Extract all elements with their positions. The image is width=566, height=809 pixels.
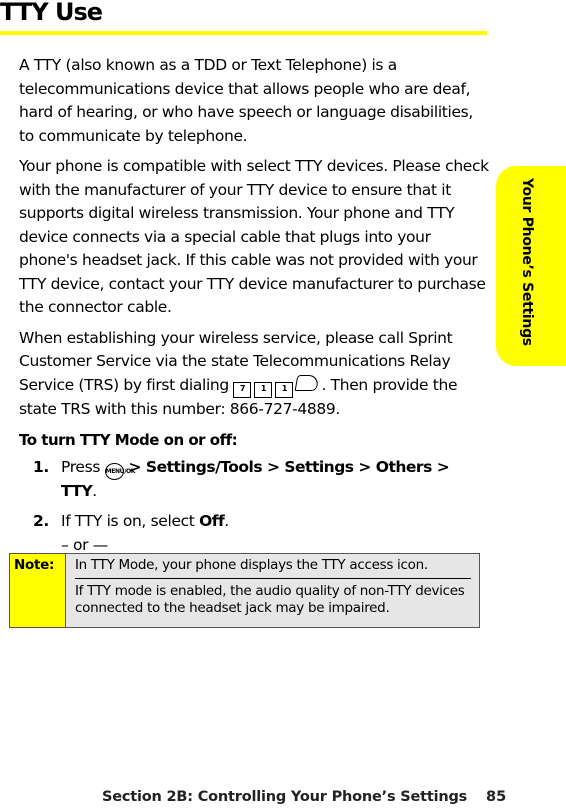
page-number: 85 — [486, 789, 507, 805]
intro-paragraph: A TTY (also known as a TDD or Text Telep… — [19, 56, 473, 145]
title-underline — [0, 31, 487, 35]
footer-section-title: Section 2B: Controlling Your Phone’s Set… — [102, 789, 468, 805]
compatibility-paragraph: Your phone is compatible with select TTY… — [19, 157, 489, 316]
note-line-2: If TTY mode is enabled, the audio qualit… — [75, 583, 465, 616]
procedure-heading: To turn TTY Mode on or off: — [19, 431, 238, 449]
note-line-1: In TTY Mode, your phone displays the TTY… — [75, 557, 471, 579]
menu-ok-key-icon: MENU/OK — [104, 462, 135, 480]
key-1-icon: 1 — [275, 381, 294, 398]
section-side-tab: Your Phone’s Settings — [496, 166, 566, 366]
note-label: Note: — [10, 554, 66, 627]
side-tab-label: Your Phone’s Settings — [519, 178, 535, 346]
step-number: 1. — [33, 457, 49, 476]
note-box: Note: In TTY Mode, your phone displays t… — [9, 553, 480, 628]
trs-paragraph: When establishing your wireless service,… — [19, 328, 458, 418]
option-off: Off — [199, 512, 225, 530]
procedure-step: 1. Press MENU/OK > Settings/Tools > Sett… — [19, 456, 489, 504]
page-title: TTY Use — [0, 0, 103, 26]
key-1-icon: 1 — [254, 381, 273, 398]
send-key-icon — [295, 374, 320, 391]
key-7-icon: 7 — [233, 381, 252, 398]
main-content: A TTY (also known as a TDD or Text Telep… — [19, 54, 489, 588]
